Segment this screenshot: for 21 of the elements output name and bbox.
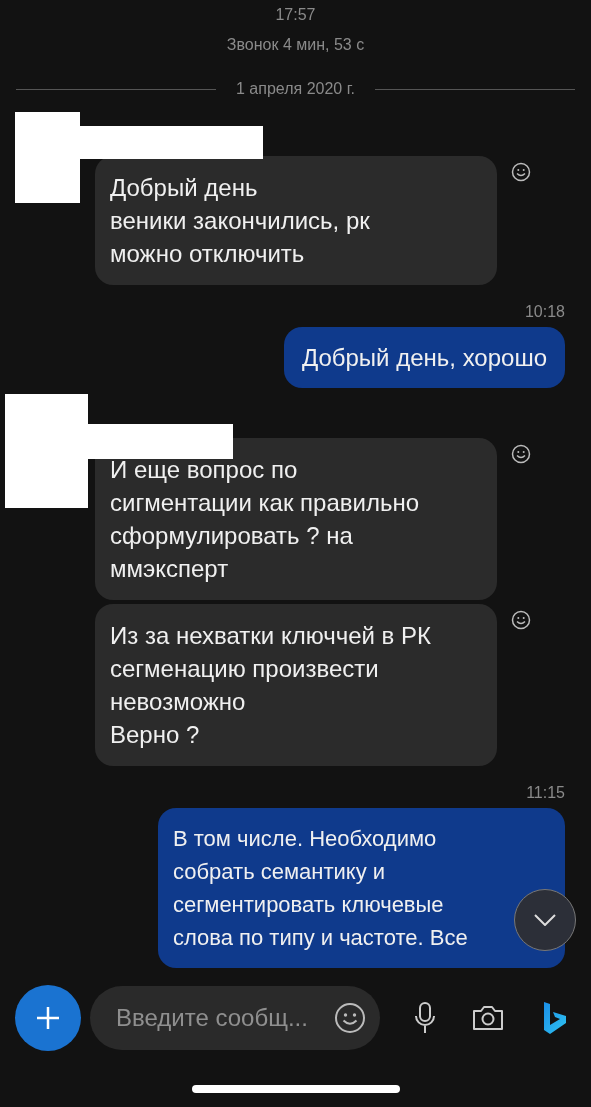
- outgoing-message: В том числе. Необходимо собрать семантику и сегментировать ключевые слова по типу и частоте. Все: [158, 808, 565, 968]
- message-time: 10:18: [524, 303, 565, 321]
- camera-icon: [470, 1004, 505, 1032]
- emoji-reaction-icon[interactable]: [511, 610, 531, 630]
- emoji-reaction-icon[interactable]: [511, 444, 531, 464]
- incoming-message: Добрый день веники закончились, рк можно отключить: [95, 156, 497, 285]
- bing-logo-icon: [541, 1001, 568, 1035]
- incoming-message: Из за нехватки ключчей в РК сегменацию произвести невозможно Верно ?: [95, 604, 497, 766]
- message-input-field[interactable]: Введите сообщ...: [90, 986, 380, 1050]
- message-time: 11:15: [526, 784, 565, 802]
- emoji-icon[interactable]: [334, 1002, 366, 1034]
- emoji-reaction-icon[interactable]: [511, 162, 531, 182]
- outgoing-message: Добрый день, хорошо: [283, 327, 565, 388]
- chevron-down-icon: [534, 914, 556, 926]
- microphone-icon: [412, 1002, 437, 1034]
- message-input[interactable]: Введите сообщ...: [114, 1003, 334, 1033]
- date-separator: 1 апреля 2020 г.: [236, 80, 355, 98]
- call-time: 17:57: [274, 5, 317, 25]
- call-summary: Звонок 4 мин, 53 с: [225, 35, 366, 55]
- plus-icon: [36, 1006, 60, 1030]
- incoming-message: И еще вопрос по сигментации как правильно сформулировать ? на ммэксперт: [95, 438, 497, 600]
